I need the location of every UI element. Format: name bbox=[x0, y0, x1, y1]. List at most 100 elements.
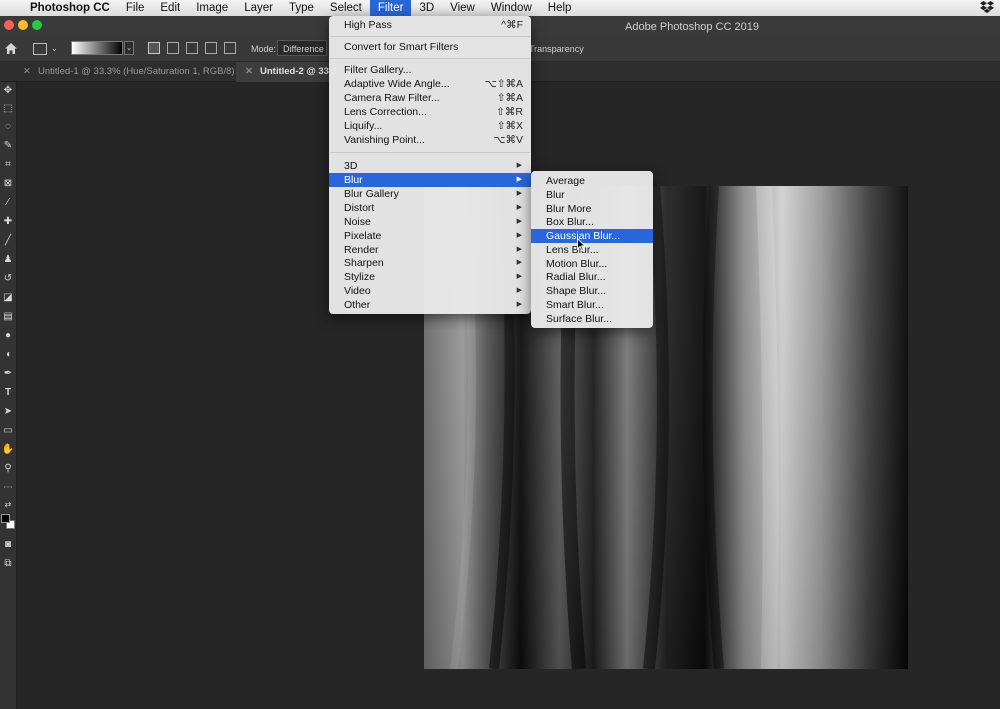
menu-item-surface-blur[interactable]: Surface Blur... bbox=[531, 312, 653, 326]
gradient-tool-icon[interactable]: ▤ bbox=[1, 310, 15, 324]
menu-item-gaussian-blur[interactable]: Gaussian Blur... bbox=[531, 229, 653, 243]
menu-item-blur-gallery[interactable]: Blur Gallery ▶ bbox=[329, 187, 531, 201]
move-tool-icon[interactable]: ✥ bbox=[1, 84, 15, 98]
menu-separator bbox=[330, 152, 530, 153]
menu-file[interactable]: File bbox=[118, 0, 153, 16]
menu-item-sharpen[interactable]: Sharpen ▶ bbox=[329, 256, 531, 270]
mode-dropdown[interactable]: Difference bbox=[277, 40, 327, 56]
dropbox-icon[interactable] bbox=[980, 0, 1000, 16]
quick-select-tool-icon[interactable]: ✎ bbox=[1, 139, 15, 153]
menu-view[interactable]: View bbox=[442, 0, 483, 16]
brush-tool-icon[interactable]: ╱ bbox=[1, 234, 15, 248]
gradient-swatch[interactable] bbox=[71, 41, 123, 55]
submenu-arrow-icon: ▶ bbox=[516, 246, 522, 253]
dodge-tool-icon[interactable]: ◖ bbox=[1, 348, 15, 362]
menu-item-adaptive-wide-angle[interactable]: Adaptive Wide Angle... ⌥⇧⌘A bbox=[329, 77, 531, 91]
radial-gradient-icon[interactable] bbox=[167, 42, 179, 54]
swap-colors-icon[interactable]: ⇄ bbox=[1, 498, 15, 512]
menu-item-label: Other bbox=[344, 299, 371, 311]
history-brush-tool-icon[interactable]: ↺ bbox=[1, 272, 15, 286]
menu-edit[interactable]: Edit bbox=[152, 0, 188, 16]
marquee-tool-icon[interactable]: ⬚ bbox=[1, 102, 15, 116]
menu-item-smart-blur[interactable]: Smart Blur... bbox=[531, 298, 653, 312]
submenu-arrow-icon: ▶ bbox=[516, 190, 522, 197]
minimize-window-button[interactable] bbox=[18, 20, 28, 30]
chevron-down-icon[interactable]: ⌄ bbox=[51, 44, 58, 53]
diamond-gradient-icon[interactable] bbox=[224, 42, 236, 54]
menu-item-label: Blur Gallery bbox=[344, 188, 399, 200]
menu-image[interactable]: Image bbox=[188, 0, 236, 16]
menu-item-noise[interactable]: Noise ▶ bbox=[329, 215, 531, 229]
menu-item-lens-blur[interactable]: Lens Blur... bbox=[531, 243, 653, 257]
menu-item-3d[interactable]: 3D ▶ bbox=[329, 159, 531, 173]
tab-untitled-2[interactable]: ✕ Untitled-2 @ 33.3 bbox=[236, 62, 337, 82]
menu-item-shape-blur[interactable]: Shape Blur... bbox=[531, 284, 653, 298]
screen-mode-icon[interactable]: ⧉ bbox=[1, 557, 15, 571]
close-tab-icon[interactable]: ✕ bbox=[245, 62, 253, 82]
menu-item-lens-correction[interactable]: Lens Correction... ⇧⌘R bbox=[329, 105, 531, 119]
pen-tool-icon[interactable]: ✒ bbox=[1, 367, 15, 381]
menu-item-radial-blur[interactable]: Radial Blur... bbox=[531, 270, 653, 284]
clone-stamp-tool-icon[interactable]: ♟ bbox=[1, 253, 15, 267]
transparency-label[interactable]: Transparency bbox=[529, 44, 584, 54]
path-selection-tool-icon[interactable]: ➤ bbox=[1, 405, 15, 419]
submenu-arrow-icon: ▶ bbox=[516, 273, 522, 280]
reflected-gradient-icon[interactable] bbox=[205, 42, 217, 54]
zoom-tool-icon[interactable]: ⚲ bbox=[1, 462, 15, 476]
rectangle-tool-icon[interactable]: ▭ bbox=[1, 424, 15, 438]
menu-item-other[interactable]: Other ▶ bbox=[329, 298, 531, 312]
menu-select[interactable]: Select bbox=[322, 0, 370, 16]
frame-tool-icon[interactable]: ⊠ bbox=[1, 177, 15, 191]
foreground-color-swatch[interactable] bbox=[1, 514, 10, 523]
close-tab-icon[interactable]: ✕ bbox=[23, 62, 31, 82]
menu-item-blur-more[interactable]: Blur More bbox=[531, 202, 653, 216]
tool-preset-icon[interactable] bbox=[33, 43, 47, 55]
tools-panel: ✥ ⬚ ◌ ✎ ⌗ ⊠ ⁄ ✚ ╱ ♟ ↺ ◪ ▤ ● ◖ ✒ T ➤ ▭ ✋ … bbox=[0, 82, 17, 709]
menu-item-video[interactable]: Video ▶ bbox=[329, 284, 531, 298]
menu-item-distort[interactable]: Distort ▶ bbox=[329, 201, 531, 215]
menu-item-average[interactable]: Average bbox=[531, 174, 653, 188]
angle-gradient-icon[interactable] bbox=[186, 42, 198, 54]
blur-tool-icon[interactable]: ● bbox=[1, 329, 15, 343]
menu-item-label: Surface Blur... bbox=[546, 313, 612, 325]
mode-label: Mode: bbox=[251, 44, 277, 54]
pointer-cursor-icon bbox=[577, 237, 587, 256]
menu-help[interactable]: Help bbox=[540, 0, 580, 16]
menu-item-box-blur[interactable]: Box Blur... bbox=[531, 215, 653, 229]
blur-submenu: Average Blur Blur More Box Blur... Gauss… bbox=[531, 171, 653, 328]
menu-item-filter-gallery[interactable]: Filter Gallery... bbox=[329, 63, 531, 77]
menu-window[interactable]: Window bbox=[483, 0, 540, 16]
menu-item-camera-raw[interactable]: Camera Raw Filter... ⇧⌘A bbox=[329, 91, 531, 105]
eraser-tool-icon[interactable]: ◪ bbox=[1, 291, 15, 305]
menu-item-high-pass[interactable]: High Pass ^⌘F bbox=[329, 18, 531, 32]
linear-gradient-icon[interactable] bbox=[148, 42, 160, 54]
quick-mask-icon[interactable]: ◙ bbox=[1, 538, 15, 552]
eyedropper-tool-icon[interactable]: ⁄ bbox=[1, 196, 15, 210]
menu-app-name[interactable]: Photoshop CC bbox=[22, 0, 118, 16]
close-window-button[interactable] bbox=[4, 20, 14, 30]
menu-item-stylize[interactable]: Stylize ▶ bbox=[329, 270, 531, 284]
menu-3d[interactable]: 3D bbox=[411, 0, 442, 16]
menu-item-blur-simple[interactable]: Blur bbox=[531, 188, 653, 202]
menu-item-label: Shape Blur... bbox=[546, 285, 607, 297]
more-tools-icon[interactable]: ⋯ bbox=[1, 481, 15, 495]
menu-item-motion-blur[interactable]: Motion Blur... bbox=[531, 257, 653, 271]
menu-layer[interactable]: Layer bbox=[236, 0, 281, 16]
menu-item-blur[interactable]: Blur ▶ bbox=[329, 173, 531, 187]
menu-filter[interactable]: Filter bbox=[369, 0, 412, 16]
type-tool-icon[interactable]: T bbox=[1, 386, 15, 400]
hand-tool-icon[interactable]: ✋ bbox=[1, 443, 15, 457]
home-icon[interactable] bbox=[4, 42, 18, 57]
menu-item-liquify[interactable]: Liquify... ⇧⌘X bbox=[329, 119, 531, 133]
tab-untitled-1[interactable]: ✕ Untitled-1 @ 33.3% (Hue/Saturation 1, … bbox=[14, 62, 242, 82]
healing-brush-tool-icon[interactable]: ✚ bbox=[1, 215, 15, 229]
zoom-window-button[interactable] bbox=[32, 20, 42, 30]
crop-tool-icon[interactable]: ⌗ bbox=[1, 158, 15, 172]
menu-item-pixelate[interactable]: Pixelate ▶ bbox=[329, 229, 531, 243]
menu-item-render[interactable]: Render ▶ bbox=[329, 243, 531, 257]
lasso-tool-icon[interactable]: ◌ bbox=[1, 120, 15, 134]
gradient-picker-chevron-icon[interactable]: ⌄ bbox=[124, 41, 134, 55]
menu-item-vanishing-point[interactable]: Vanishing Point... ⌥⌘V bbox=[329, 133, 531, 147]
menu-type[interactable]: Type bbox=[281, 0, 322, 16]
menu-item-convert-smart-filters[interactable]: Convert for Smart Filters bbox=[329, 40, 531, 54]
